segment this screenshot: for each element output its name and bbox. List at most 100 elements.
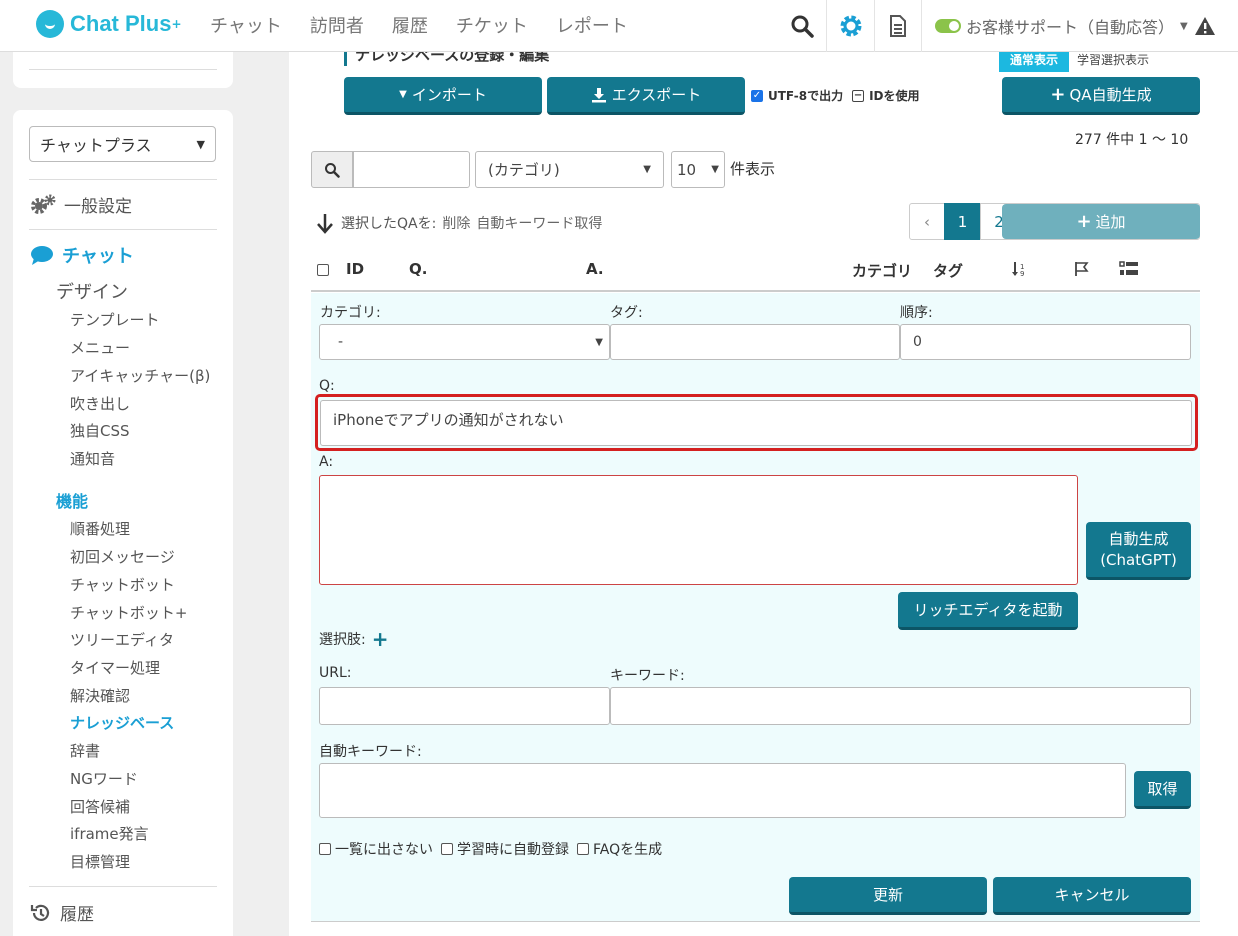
search-button[interactable] — [311, 151, 353, 188]
sidebar-item-template[interactable]: テンプレート — [70, 309, 160, 330]
plus-icon: + — [1050, 84, 1066, 105]
add-label: 追加 — [1095, 213, 1126, 231]
gear-icon — [840, 15, 861, 37]
use-id-checkbox[interactable]: − — [852, 89, 865, 102]
chevron-down-icon: ▼ — [399, 89, 407, 100]
auto-generate-chatgpt-button[interactable]: 自動生成 (ChatGPT) — [1086, 522, 1191, 580]
search-input[interactable] — [353, 151, 470, 188]
nav-tickets[interactable]: チケット — [456, 12, 528, 38]
column-header-tag[interactable]: タグ — [933, 260, 963, 281]
site-select-value: チャットプラス — [40, 136, 152, 155]
nav-visitors[interactable]: 訪問者 — [310, 12, 364, 38]
search-button[interactable] — [778, 0, 826, 52]
chat-bubble-icon — [31, 246, 53, 265]
column-header-a[interactable]: A. — [586, 260, 604, 278]
utf8-label: UTF-8で出力 — [768, 89, 844, 103]
warning-icon[interactable] — [1194, 16, 1216, 36]
sidebar-item-menu[interactable]: メニュー — [70, 337, 130, 358]
nav-chat[interactable]: チャット — [210, 12, 282, 38]
order-input[interactable]: 0 — [900, 324, 1191, 360]
settings-button[interactable] — [826, 0, 874, 52]
sort-order-icon[interactable]: 19 — [1011, 261, 1027, 277]
qa-generate-button[interactable]: + QA自動生成 — [1002, 77, 1200, 115]
delete-link[interactable]: 削除 — [442, 213, 470, 233]
document-button[interactable] — [874, 0, 922, 52]
chevron-down-icon: ▼ — [711, 164, 719, 175]
auto-keyword-link[interactable]: 自動キーワード取得 — [476, 213, 602, 233]
bulk-actions: 選択したQAを: 削除 自動キーワード取得 — [315, 212, 602, 234]
auto-register-checkbox[interactable] — [441, 843, 453, 855]
choices-row: 選択肢: + — [319, 627, 388, 651]
form-options: 一覧に出さない 学習時に自動登録 FAQを生成 — [319, 839, 662, 859]
import-label: インポート — [411, 86, 487, 104]
column-header-category[interactable]: カテゴリ — [852, 260, 912, 281]
sidebar-item-speech-bubble[interactable]: 吹き出し — [70, 393, 130, 414]
faq-checkbox[interactable] — [577, 843, 589, 855]
select-all-checkbox[interactable] — [317, 261, 329, 280]
document-icon — [890, 15, 906, 37]
order-label: 順序: — [900, 305, 933, 321]
sidebar-item-design[interactable]: デザイン — [56, 278, 128, 304]
rich-editor-button[interactable]: リッチエディタを起動 — [898, 592, 1078, 630]
sidebar-item-features[interactable]: 機能 — [56, 488, 88, 512]
sidebar-item-chatbot-plus[interactable]: チャットボット+ — [70, 602, 187, 623]
nav-reports[interactable]: レポート — [556, 12, 628, 38]
nav-history[interactable]: 履歴 — [392, 12, 428, 38]
support-status[interactable]: お客様サポート（自動応答） ▼ — [935, 14, 1216, 38]
hide-list-checkbox[interactable] — [319, 843, 331, 855]
divider — [311, 290, 1200, 292]
arrow-down-icon — [317, 214, 333, 234]
sidebar-item-chat[interactable]: チャット — [30, 242, 134, 268]
flag-icon[interactable] — [1074, 261, 1090, 277]
export-label: エクスポート — [611, 86, 702, 104]
sidebar-item-ng-word[interactable]: NGワード — [70, 768, 138, 789]
sidebar-item-iframe[interactable]: iframe発言 — [70, 823, 149, 844]
url-input[interactable] — [319, 687, 610, 725]
sidebar-item-history[interactable]: 履歴 — [30, 900, 94, 925]
update-button[interactable]: 更新 — [789, 877, 987, 915]
column-header-id[interactable]: ID — [346, 260, 364, 278]
a-textarea[interactable] — [319, 475, 1078, 585]
use-id-label: IDを使用 — [869, 89, 920, 103]
status-toggle[interactable] — [935, 19, 961, 33]
category-filter-select[interactable]: (カテゴリ) ▼ — [475, 151, 664, 188]
list-settings-icon[interactable] — [1119, 261, 1139, 277]
fetch-button[interactable]: 取得 — [1134, 771, 1191, 809]
sidebar-item-custom-css[interactable]: 独自CSS — [70, 420, 130, 441]
sidebar-item-chatbot[interactable]: チャットボット — [70, 574, 175, 595]
import-button[interactable]: ▼ インポート — [344, 77, 542, 115]
cancel-button[interactable]: キャンセル — [993, 877, 1191, 915]
utf8-checkbox[interactable]: ✓ — [751, 89, 763, 102]
main-content: ナレッジベースの登録・編集 通常表示 学習選択表示 ▼ インポート エクスポート… — [289, 44, 1238, 936]
sidebar-item-dictionary[interactable]: 辞書 — [70, 740, 100, 761]
per-page-select[interactable]: 10 ▼ — [671, 151, 725, 188]
logo[interactable]: Chat Plus + — [36, 10, 182, 38]
q-label: Q: — [319, 378, 335, 394]
export-button[interactable]: エクスポート — [547, 77, 745, 115]
site-select[interactable]: チャットプラス ▼ — [29, 126, 216, 162]
tag-input[interactable] — [610, 324, 900, 360]
logo-plus: + — [171, 17, 182, 31]
add-choice-icon[interactable]: + — [372, 627, 389, 651]
auto-keyword-input[interactable] — [319, 763, 1126, 818]
sidebar-item-knowledge-base[interactable]: ナレッジベース — [70, 712, 174, 733]
sidebar-item-queue[interactable]: 順番処理 — [70, 518, 130, 539]
sidebar-item-goals[interactable]: 目標管理 — [70, 851, 130, 872]
sidebar-item-initial-message[interactable]: 初回メッセージ — [70, 546, 175, 567]
column-header-q[interactable]: Q. — [409, 260, 427, 278]
pagination-page-1[interactable]: 1 — [944, 203, 981, 240]
chevron-down-icon: ▼ — [643, 164, 651, 175]
category-select[interactable]: - ▼ — [319, 324, 610, 360]
auto-keyword-label: 自動キーワード: — [319, 744, 422, 760]
keyword-input[interactable] — [610, 687, 1191, 725]
pagination-prev[interactable]: ‹ — [909, 203, 945, 240]
sidebar-item-notification-sound[interactable]: 通知音 — [70, 448, 115, 469]
sidebar-item-answer-candidates[interactable]: 回答候補 — [70, 796, 130, 817]
sidebar-item-general[interactable]: 一般設定 — [30, 192, 132, 217]
add-button[interactable]: + 追加 — [1002, 204, 1200, 239]
sidebar-item-tree-editor[interactable]: ツリーエディタ — [70, 629, 174, 650]
q-textarea[interactable]: iPhoneでアプリの通知がされない — [320, 400, 1192, 446]
sidebar-item-resolution-check[interactable]: 解決確認 — [70, 685, 130, 706]
sidebar-item-eyecatcher[interactable]: アイキャッチャー(β) — [70, 365, 210, 386]
sidebar-item-timer[interactable]: タイマー処理 — [70, 657, 160, 678]
